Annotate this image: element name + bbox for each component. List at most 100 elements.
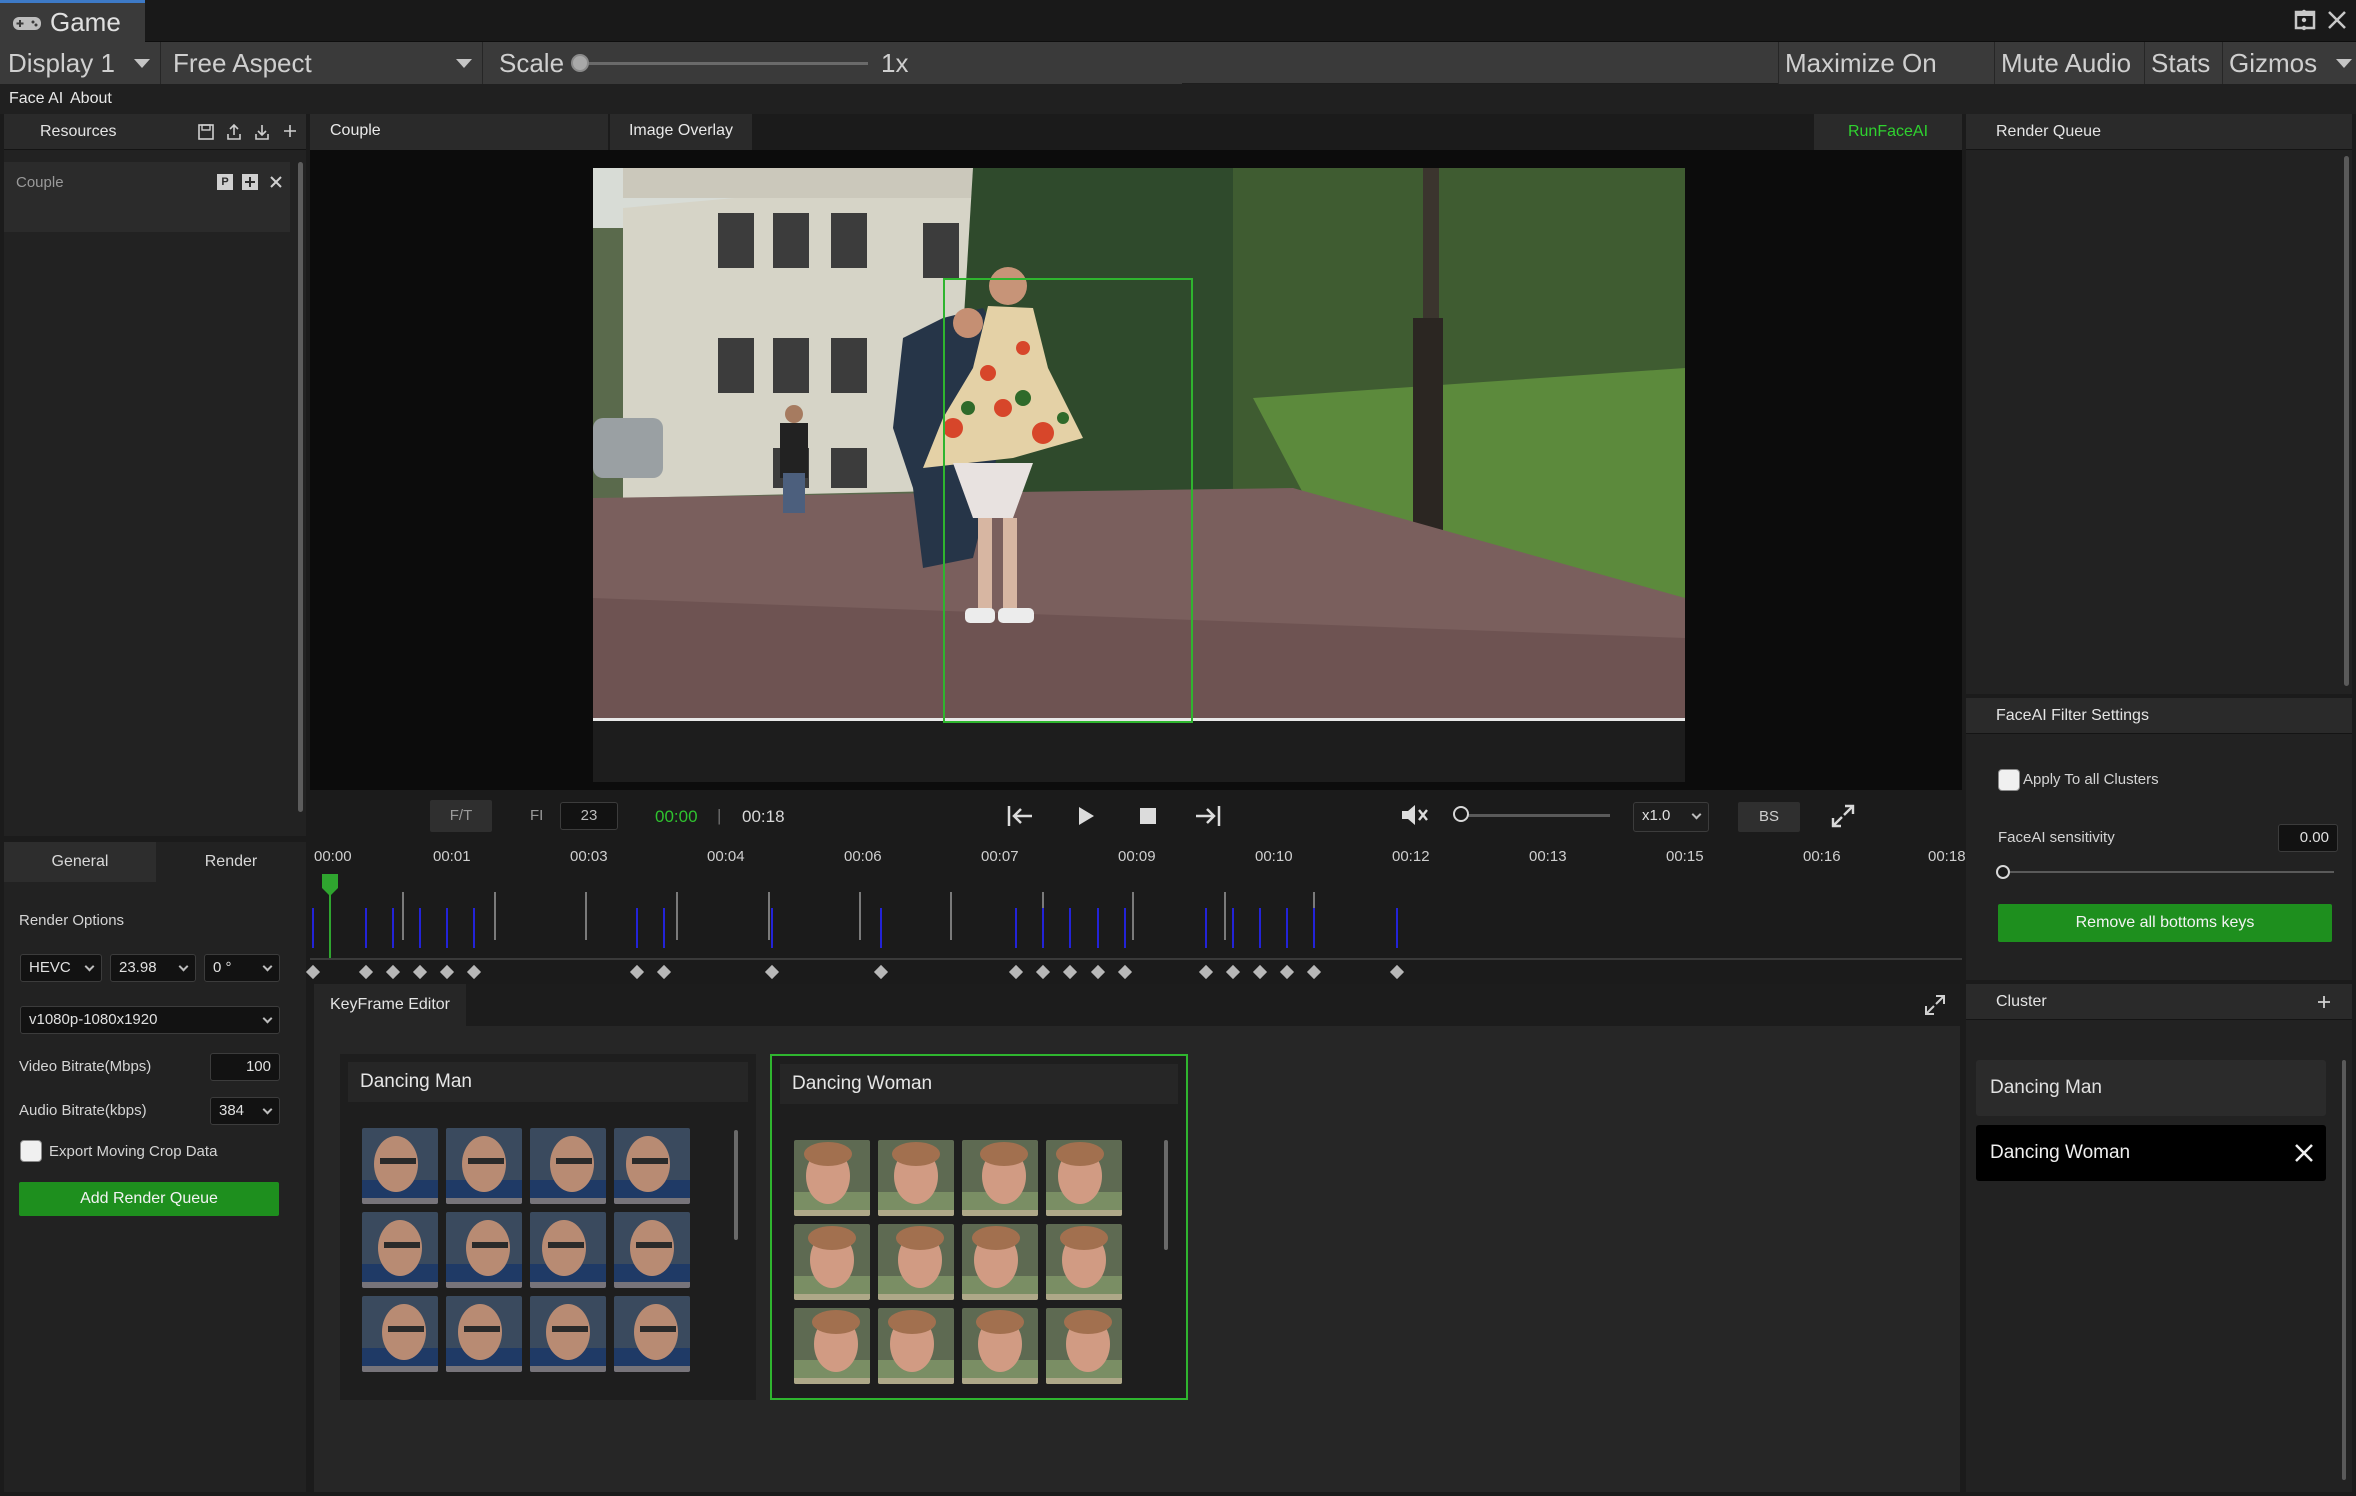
face-thumbnail[interactable] bbox=[362, 1296, 438, 1372]
volume-slider-handle[interactable] bbox=[1453, 806, 1469, 822]
frame-interval-input[interactable]: 23 bbox=[560, 802, 618, 830]
keyframe-line[interactable] bbox=[365, 908, 367, 948]
face-thumbnail[interactable] bbox=[614, 1128, 690, 1204]
face-thumbnail[interactable] bbox=[878, 1140, 954, 1216]
apply-all-clusters-checkbox[interactable] bbox=[1998, 769, 2020, 791]
face-thumbnail[interactable] bbox=[446, 1128, 522, 1204]
keyframe-diamond[interactable] bbox=[1252, 964, 1268, 980]
scale-control[interactable]: Scale 1x bbox=[482, 42, 1182, 84]
resource-item-couple[interactable]: Couple P bbox=[4, 162, 290, 232]
keyframe-line[interactable] bbox=[1015, 908, 1017, 948]
speed-select[interactable]: x1.0 bbox=[1633, 802, 1709, 832]
export-crop-checkbox[interactable] bbox=[20, 1140, 42, 1162]
face-thumbnail[interactable] bbox=[614, 1212, 690, 1288]
stats-button[interactable]: Stats bbox=[2144, 42, 2222, 84]
keyframe-diamond[interactable] bbox=[656, 964, 672, 980]
sensitivity-slider-track[interactable] bbox=[1998, 871, 2334, 873]
keyframe-line[interactable] bbox=[1097, 908, 1099, 948]
resources-scrollbar[interactable] bbox=[298, 162, 303, 812]
mute-audio-button[interactable]: Mute Audio bbox=[1994, 42, 2144, 84]
p-badge-icon[interactable]: P bbox=[217, 174, 233, 190]
keyframe-diamond[interactable] bbox=[1225, 964, 1241, 980]
skip-end-icon[interactable] bbox=[1194, 804, 1222, 828]
keyframe-diamond[interactable] bbox=[764, 964, 780, 980]
fullscreen-icon[interactable] bbox=[1830, 803, 1856, 829]
scale-slider-handle[interactable] bbox=[571, 54, 589, 72]
cluster-scrollbar[interactable] bbox=[2342, 1060, 2346, 1480]
keyframe-diamond[interactable] bbox=[1008, 964, 1024, 980]
face-thumbnail[interactable] bbox=[530, 1128, 606, 1204]
run-faceai-button[interactable]: RunFaceAI bbox=[1814, 114, 1962, 150]
keyframe-line[interactable] bbox=[663, 908, 665, 948]
video-bitrate-input[interactable]: 100 bbox=[210, 1053, 280, 1081]
face-thumbnail[interactable] bbox=[878, 1224, 954, 1300]
save-icon[interactable] bbox=[197, 123, 215, 141]
face-thumbnail[interactable] bbox=[530, 1212, 606, 1288]
cluster-card-dancing-man[interactable]: Dancing Man bbox=[340, 1054, 756, 1400]
download-icon[interactable] bbox=[253, 123, 271, 141]
keyframe-diamond[interactable] bbox=[629, 964, 645, 980]
close-window-icon[interactable] bbox=[2326, 9, 2348, 31]
face-thumbnail[interactable] bbox=[614, 1296, 690, 1372]
volume-slider-track[interactable] bbox=[1460, 814, 1610, 817]
expand-icon[interactable] bbox=[1924, 994, 1946, 1016]
keyframe-line[interactable] bbox=[771, 908, 773, 948]
tab-keyframe-editor[interactable]: KeyFrame Editor bbox=[314, 984, 466, 1026]
gizmos-button[interactable]: Gizmos bbox=[2222, 42, 2356, 84]
keyframe-line[interactable] bbox=[392, 908, 394, 948]
play-icon[interactable] bbox=[1076, 804, 1096, 828]
add-render-queue-button[interactable]: Add Render Queue bbox=[19, 1182, 279, 1216]
resolution-select[interactable]: v1080p-1080x1920 bbox=[20, 1006, 280, 1034]
keyframe-diamond[interactable] bbox=[873, 964, 889, 980]
maximize-on-play-button[interactable]: Maximize On Play bbox=[1778, 42, 1994, 120]
keyframe-line[interactable] bbox=[1042, 908, 1044, 948]
face-thumbnail[interactable] bbox=[362, 1212, 438, 1288]
bs-button[interactable]: BS bbox=[1738, 802, 1800, 832]
face-thumbnail[interactable] bbox=[878, 1308, 954, 1384]
plus-icon[interactable] bbox=[282, 123, 298, 139]
keyframe-diamond[interactable] bbox=[439, 964, 455, 980]
keyframe-line[interactable] bbox=[1396, 908, 1398, 948]
codec-select[interactable]: HEVC bbox=[20, 954, 102, 982]
mute-icon[interactable] bbox=[1400, 802, 1430, 828]
remove-bottom-keys-button[interactable]: Remove all bottoms keys bbox=[1998, 904, 2332, 942]
rotation-select[interactable]: 0 ° bbox=[204, 954, 280, 982]
face-thumbnail[interactable] bbox=[446, 1296, 522, 1372]
keyframe-diamond[interactable] bbox=[412, 964, 428, 980]
thumbnail-scrollbar[interactable] bbox=[734, 1130, 738, 1240]
render-queue-scrollbar[interactable] bbox=[2344, 156, 2349, 686]
stop-icon[interactable] bbox=[1138, 806, 1158, 826]
skip-start-icon[interactable] bbox=[1006, 804, 1034, 828]
keyframe-diamond[interactable] bbox=[466, 964, 482, 980]
keyframe-line[interactable] bbox=[636, 908, 638, 948]
face-thumbnail[interactable] bbox=[794, 1140, 870, 1216]
keyframe-diamond[interactable] bbox=[1306, 964, 1322, 980]
cluster-item-dancing-woman[interactable]: Dancing Woman bbox=[1976, 1125, 2326, 1181]
face-thumbnail[interactable] bbox=[1046, 1224, 1122, 1300]
fps-select[interactable]: 23.98 bbox=[110, 954, 196, 982]
keyframe-diamond[interactable] bbox=[1279, 964, 1295, 980]
close-icon[interactable] bbox=[268, 174, 284, 190]
keyframe-diamond[interactable] bbox=[1198, 964, 1214, 980]
tab-game[interactable]: Game bbox=[0, 0, 145, 42]
cluster-card-dancing-woman[interactable]: Dancing Woman bbox=[770, 1054, 1188, 1400]
menu-item-faceai[interactable]: Face AI bbox=[9, 90, 63, 108]
maximize-icon[interactable] bbox=[2294, 9, 2316, 31]
close-icon[interactable] bbox=[2294, 1143, 2314, 1163]
tab-general[interactable]: General bbox=[4, 842, 156, 882]
keyframe-diamond[interactable] bbox=[1389, 964, 1405, 980]
keyframe-line[interactable] bbox=[1205, 908, 1207, 948]
face-thumbnail[interactable] bbox=[794, 1308, 870, 1384]
keyframe-line[interactable] bbox=[312, 908, 314, 948]
display-select[interactable]: Display 1 bbox=[0, 42, 160, 84]
face-thumbnail[interactable] bbox=[1046, 1140, 1122, 1216]
face-thumbnail[interactable] bbox=[794, 1224, 870, 1300]
face-thumbnail[interactable] bbox=[962, 1224, 1038, 1300]
keyframe-line[interactable] bbox=[880, 908, 882, 948]
keyframe-line[interactable] bbox=[1286, 908, 1288, 948]
face-thumbnail[interactable] bbox=[962, 1308, 1038, 1384]
aspect-select[interactable]: Free Aspect bbox=[160, 42, 482, 84]
face-thumbnail[interactable] bbox=[530, 1296, 606, 1372]
audio-bitrate-select[interactable]: 384 bbox=[210, 1097, 280, 1125]
keyframe-line[interactable] bbox=[1313, 908, 1315, 948]
